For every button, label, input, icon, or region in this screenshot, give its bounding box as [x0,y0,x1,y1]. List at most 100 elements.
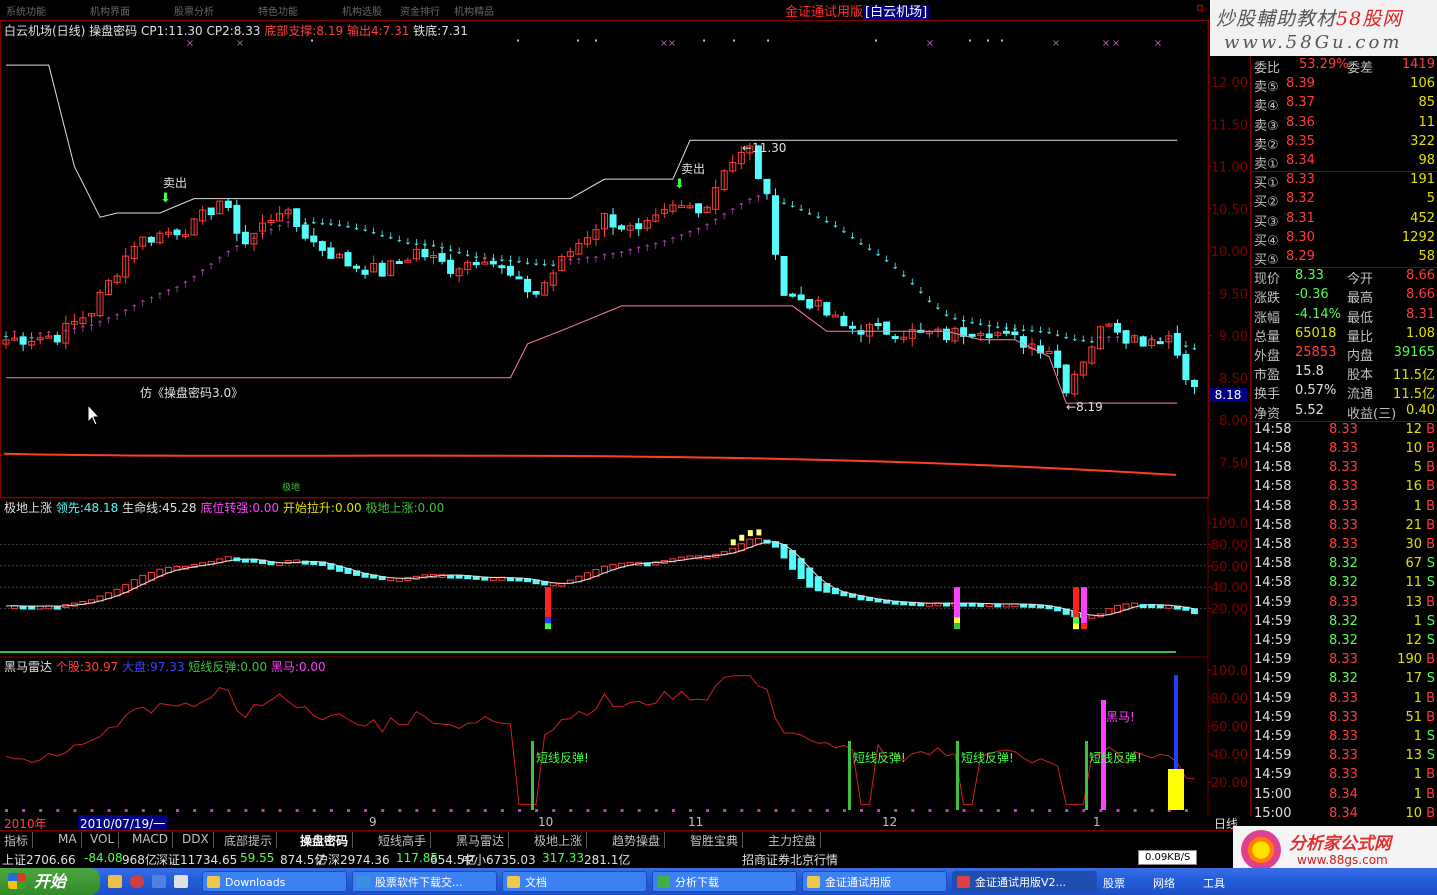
market-dot [825,809,829,812]
taskbar-item-download-page[interactable]: 股票软件下载交... [352,871,497,892]
window-controls[interactable]: ▫ [1196,0,1210,20]
ma-arrow-mark: ↑ [96,320,104,330]
market-dot [227,809,231,812]
hot-mark [747,530,753,537]
quote-cell: 15:00 [1254,805,1292,821]
candle-body [53,334,61,343]
candle-body [1002,330,1010,334]
menu-item-features[interactable]: 特色功能 [258,3,298,18]
tray-network[interactable]: 网络 [1153,875,1175,891]
quote-cell: 14:58 [1254,421,1292,437]
quote-cell: 12 [1405,421,1422,437]
mid-panel-title: 极地上涨 领先:48.18 生命线:45.28 底位转强:0.00 开始拉升:0… [4,499,444,516]
menu-item-system[interactable]: 系统功能 [6,3,46,18]
taskbar-item-jzt-folder[interactable]: 金证通试用版 [802,871,947,892]
quote-cell: 1 [1413,786,1422,802]
tab-polar-rise[interactable]: 极地上涨 [530,832,588,848]
tab-vol[interactable]: VOL [86,832,120,848]
candle-body [891,336,899,340]
candle-body [772,195,779,255]
quote-cell: 191 [1410,172,1435,188]
polar-mark: 极地 [282,481,300,493]
tab-indicator[interactable]: 指标 [0,832,34,848]
taskbar-item-label: 文档 [525,876,547,889]
quote-cell: 8.34 [1329,805,1358,821]
tab-win-book[interactable]: 智胜宝典 [686,832,744,848]
sell-level-row: 卖⑤ 8.39 106 [1251,75,1437,95]
menu-item-ranking[interactable]: 资金排行 [400,3,440,18]
quicklaunch-app-icon[interactable] [130,875,144,888]
taskbar-item-downloads[interactable]: Downloads [202,871,347,892]
quote-cell: 11 [1405,575,1422,591]
quote-cell: 14:59 [1254,748,1292,764]
tab-main-control[interactable]: 主力控盘 [764,832,822,848]
chart-area[interactable]: ↓↑↓↓↑↑↓↑↑↑↑↑↑↑↑↑↑↑↑↑↑↑↑↑↑↑↑↑↑↑↑↑↑↑↑↓↓↓↓↓… [0,20,1250,815]
tab-ddx[interactable]: DDX [178,832,214,848]
taskbar-item-label: Downloads [225,876,286,889]
axis-tick-label: 11.00 [1211,161,1248,176]
taskbar-item-jzt-app[interactable]: 金证通试用版V2... [952,871,1097,892]
quote-cell: 8.33 [1329,498,1358,514]
tray-tools[interactable]: 工具 [1203,875,1225,891]
ma-arrow-mark: ↓ [404,238,412,248]
axis-tick-label: 60.00 [1211,720,1248,735]
tab-short-master[interactable]: 短线高手 [374,832,432,848]
market-dot [347,809,350,812]
tab-trade-code[interactable]: 操盘密码 [296,832,354,848]
sell-output-value: 输出4:7.31 [346,24,410,38]
quote-cell: B [1426,498,1435,514]
tab-horse-radar[interactable]: 黑马雷达 [452,832,510,848]
quicklaunch-ie-icon[interactable] [174,875,188,888]
ma-arrow-mark: ↓ [943,310,951,320]
polar-signal-bar [954,623,960,630]
quote-cell: 25853 [1295,345,1337,360]
market-dot [928,809,932,812]
quote-cell: 14:59 [1254,594,1292,610]
tick-row: 14:59 8.33 13 B [1251,594,1437,613]
market-dot [176,809,179,812]
quote-cell: B [1426,786,1435,802]
candle-body [848,325,856,329]
ma-arrow-mark: ↓ [1080,335,1088,345]
quote-cell: 总量 [1254,329,1281,345]
rebound-signal-4: 短线反弹! [1089,751,1142,765]
menu-item-premium[interactable]: 机构精品 [454,3,494,18]
quote-cell: 14:59 [1254,709,1292,725]
taskbar-item-documents[interactable]: 文档 [502,871,647,892]
quote-cell: 8.33 [1329,460,1358,476]
axis-tick-label: 20.00 [1211,603,1248,618]
candle-body [293,208,301,227]
menu-item-inst-pick[interactable]: 机构选股 [342,3,382,18]
market-dot [877,809,881,812]
start-button[interactable]: 开始 [0,868,100,895]
polar-signal-bar [1081,623,1087,630]
low-chart-layer [5,675,1195,812]
menu-item-inst-ui[interactable]: 机构界面 [90,3,130,18]
tab-trend[interactable]: 趋势操盘 [608,832,666,848]
quote-cell: S [1426,748,1435,764]
ma-arrow-mark: ↓ [515,256,523,266]
quicklaunch-desktop-icon[interactable] [152,875,166,888]
tab-ma[interactable]: MA [54,832,82,848]
logo-text-b: 58股网 [1336,8,1403,30]
quote-cell: 流通 [1347,387,1374,403]
chart-canvas[interactable]: ↓↑↓↓↑↑↓↑↑↑↑↑↑↑↑↑↑↑↑↑↑↑↑↑↑↑↑↑↑↑↑↑↑↑↑↓↓↓↓↓… [0,20,1250,815]
quote-cell: 14:58 [1254,517,1292,533]
tab-macd[interactable]: MACD [128,832,173,848]
broker-feed: 招商证券北京行情 [742,853,839,867]
quicklaunch-folder-icon[interactable] [108,875,122,888]
quote-cell: 买② [1254,195,1279,211]
current-price-tag: 8.18 [1209,388,1247,402]
stock-value: 个股:30.97 [55,660,119,674]
market-dot [535,809,539,812]
tab-bottom-hint[interactable]: 底部提示 [220,832,278,848]
candle-body [943,328,950,341]
quote-cell: 14:59 [1254,652,1292,668]
tick-row: 15:00 8.34 1 B [1251,786,1437,805]
menu-item-analysis[interactable]: 股票分析 [174,3,214,18]
taskbar-item-analysis-dl[interactable]: 分析下载 [652,871,797,892]
quote-cell: 8.31 [1286,210,1315,226]
quote-cell: S [1426,729,1435,744]
ma-arrow-mark: ↓ [951,313,959,323]
tray-stock[interactable]: 股票 [1103,875,1125,891]
